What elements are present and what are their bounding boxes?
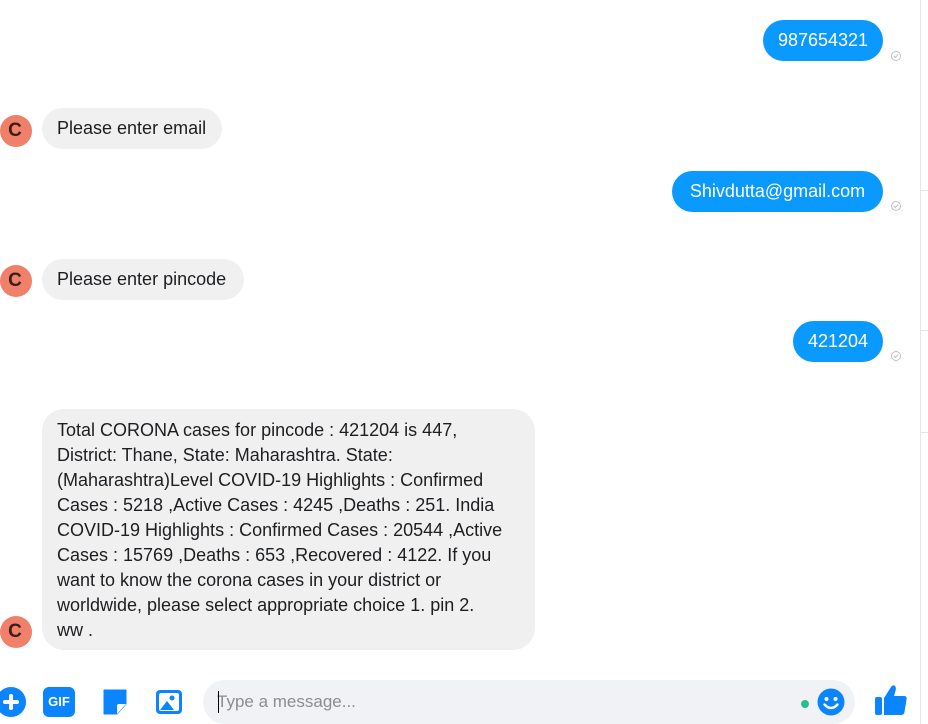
contact-avatar[interactable]: C bbox=[0, 265, 32, 297]
avatar-letter: C bbox=[8, 270, 22, 291]
message-line: (Maharashtra)Level COVID-19 Highlights :… bbox=[57, 470, 484, 490]
message-line: District: Thane, State: Maharashtra. Sta… bbox=[57, 445, 393, 465]
messenger-chat-window: 987654321 C Please enter email Shivdutta… bbox=[0, 0, 928, 724]
avatar-letter: C bbox=[8, 621, 22, 642]
incoming-message[interactable]: Total CORONA cases for pincode : 421204 … bbox=[42, 409, 535, 650]
message-line: want to know the corona cases in your di… bbox=[57, 570, 442, 590]
thumbs-up-icon[interactable] bbox=[873, 682, 909, 718]
plus-icon[interactable] bbox=[0, 687, 26, 717]
sticker-icon[interactable] bbox=[100, 687, 130, 717]
message-input[interactable] bbox=[217, 680, 797, 724]
message-composer: GIF bbox=[0, 668, 920, 724]
sent-check-icon bbox=[891, 51, 901, 61]
message-line: Cases : 15769 ,Deaths : 653 ,Recovered :… bbox=[57, 545, 492, 565]
message-line: Cases : 5218 ,Active Cases : 4245 ,Death… bbox=[57, 495, 495, 515]
outgoing-message[interactable]: 987654321 bbox=[763, 20, 883, 61]
incoming-message[interactable]: Please enter pincode bbox=[42, 259, 244, 300]
panel-divider-tick bbox=[921, 330, 928, 331]
outgoing-message[interactable]: 421204 bbox=[793, 321, 883, 362]
text-caret bbox=[218, 691, 219, 713]
panel-divider bbox=[920, 0, 921, 724]
avatar-letter: C bbox=[8, 120, 22, 141]
emoji-icon[interactable] bbox=[816, 687, 846, 717]
message-input-container[interactable] bbox=[203, 680, 855, 724]
message-line: COVID-19 Highlights : Confirmed Cases : … bbox=[57, 520, 503, 540]
outgoing-message[interactable]: Shivdutta@gmail.com bbox=[672, 171, 883, 212]
message-line: Total CORONA cases for pincode : 421204 … bbox=[57, 420, 458, 440]
message-line: ww . bbox=[57, 620, 93, 640]
panel-divider-tick bbox=[921, 432, 928, 433]
incoming-message[interactable]: Please enter email bbox=[42, 108, 222, 149]
image-icon[interactable] bbox=[154, 687, 184, 717]
online-status-dot bbox=[801, 700, 809, 708]
gif-icon[interactable]: GIF bbox=[43, 687, 75, 717]
contact-avatar[interactable]: C bbox=[0, 115, 32, 147]
contact-avatar[interactable]: C bbox=[0, 616, 32, 648]
sent-check-icon bbox=[891, 201, 901, 211]
panel-divider-tick bbox=[921, 190, 928, 191]
message-line: worldwide, please select appropriate cho… bbox=[57, 595, 475, 615]
sent-check-icon bbox=[891, 351, 901, 361]
conversation-thread[interactable]: 987654321 C Please enter email Shivdutta… bbox=[0, 0, 920, 668]
